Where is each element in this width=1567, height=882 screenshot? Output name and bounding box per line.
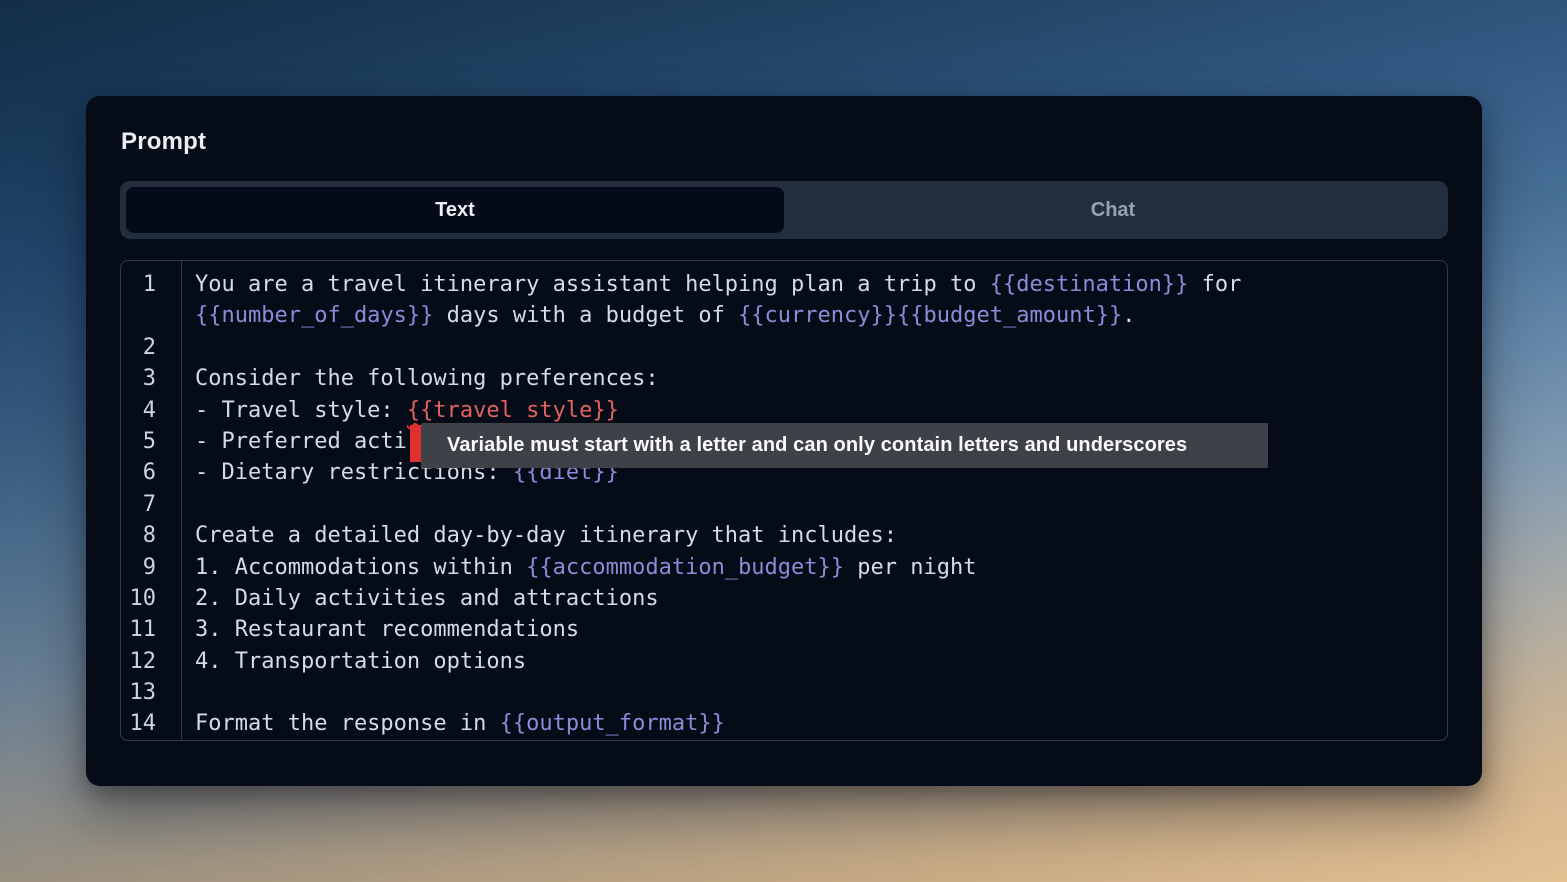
line-number: 6 bbox=[121, 457, 181, 488]
code-segment: - Travel style: bbox=[195, 398, 407, 423]
line-number: 1 bbox=[121, 269, 181, 300]
error-caret bbox=[410, 425, 421, 462]
code-text: Format the response in {{output_format}} bbox=[181, 708, 1447, 739]
code-segment: 2. Daily activities and attractions bbox=[195, 586, 659, 611]
code-segment: per night bbox=[844, 555, 976, 580]
line-number: 11 bbox=[121, 614, 181, 645]
code-segment: Create a detailed day-by-day itinerary t… bbox=[195, 523, 897, 548]
code-text: Consider the following preferences: bbox=[181, 363, 1447, 394]
code-segment: 4. Transportation options bbox=[195, 649, 526, 674]
line-number: 12 bbox=[121, 646, 181, 677]
line-number: 2 bbox=[121, 332, 181, 363]
line-number: 7 bbox=[121, 489, 181, 520]
tab-text[interactable]: Text bbox=[126, 187, 784, 233]
tab-chat[interactable]: Chat bbox=[784, 187, 1442, 233]
line-number: 10 bbox=[121, 583, 181, 614]
template-variable: {{accommodation_budget}} bbox=[526, 555, 844, 580]
code-line[interactable]: 8 Create a detailed day-by-day itinerary … bbox=[121, 520, 1447, 551]
code-text: 2. Daily activities and attractions bbox=[181, 583, 1447, 614]
invalid-variable: {{travel style}} bbox=[407, 398, 619, 423]
code-segment: for bbox=[1188, 272, 1254, 297]
code-text bbox=[181, 677, 1447, 708]
template-variable: {{output_format}} bbox=[500, 711, 725, 736]
template-variable: {{budget_amount}} bbox=[897, 303, 1122, 328]
code-line[interactable]: 10 2. Daily activities and attractions bbox=[121, 583, 1447, 614]
code-text: - Travel style: {{travel style}} bbox=[181, 395, 1447, 426]
line-number: 3 bbox=[121, 363, 181, 394]
line-number: 13 bbox=[121, 677, 181, 708]
code-editor[interactable]: 1 You are a travel itinerary assistant he… bbox=[120, 260, 1448, 741]
code-segment: Consider the following preferences: bbox=[195, 366, 659, 391]
line-number: 14 bbox=[121, 708, 181, 739]
code-segment: - Preferred acti bbox=[195, 429, 407, 454]
code-text: 3. Restaurant recommendations bbox=[181, 614, 1447, 645]
code-line[interactable]: 91. Accommodations within {{accommodatio… bbox=[121, 552, 1447, 583]
line-number: 5 bbox=[121, 426, 181, 457]
validation-tooltip-text: Variable must start with a letter and ca… bbox=[447, 434, 1187, 457]
code-segment: . bbox=[1122, 303, 1135, 328]
code-text: Create a detailed day-by-day itinerary t… bbox=[181, 520, 1447, 551]
code-segment: You are a travel itinerary assistant hel… bbox=[195, 272, 990, 297]
code-text bbox=[181, 332, 1447, 363]
code-text: You are a travel itinerary assistant hel… bbox=[181, 269, 1447, 300]
desktop-background: Prompt Text Chat 1 You are a travel itine… bbox=[0, 0, 1567, 882]
code-editor-rows: 1 You are a travel itinerary assistant he… bbox=[121, 261, 1447, 740]
validation-tooltip: Variable must start with a letter and ca… bbox=[421, 423, 1268, 468]
template-variable: {{number_of_days}} bbox=[195, 303, 433, 328]
template-variable: {{destination}} bbox=[990, 272, 1189, 297]
tab-bar: Text Chat bbox=[120, 181, 1448, 239]
code-line[interactable]: 14Format the response in {{output_format… bbox=[121, 708, 1447, 739]
line-number: 8 bbox=[121, 520, 181, 551]
code-segment: 3. Restaurant recommendations bbox=[195, 617, 579, 642]
gutter-divider bbox=[181, 261, 182, 740]
code-line[interactable]: 13 bbox=[121, 677, 1447, 708]
code-line[interactable]: 4- Travel style: {{travel style}} bbox=[121, 395, 1447, 426]
code-text: 4. Transportation options bbox=[181, 646, 1447, 677]
code-text: 1. Accommodations within {{accommodation… bbox=[181, 552, 1447, 583]
code-segment: Format the response in bbox=[195, 711, 500, 736]
template-variable: {{currency}} bbox=[738, 303, 897, 328]
code-segment: days with a budget of bbox=[433, 303, 738, 328]
line-number: 9 bbox=[121, 552, 181, 583]
code-line[interactable]: {{number_of_days}} days with a budget of… bbox=[121, 300, 1447, 331]
code-line[interactable]: 12 4. Transportation options bbox=[121, 646, 1447, 677]
line-number bbox=[121, 300, 181, 331]
code-segment: 1. Accommodations within bbox=[195, 555, 526, 580]
code-line[interactable]: 2 bbox=[121, 332, 1447, 363]
code-line[interactable]: 3 Consider the following preferences: bbox=[121, 363, 1447, 394]
code-line[interactable]: 11 3. Restaurant recommendations bbox=[121, 614, 1447, 645]
panel-title: Prompt bbox=[121, 128, 1448, 156]
code-line[interactable]: 7 bbox=[121, 489, 1447, 520]
code-line[interactable]: 1 You are a travel itinerary assistant he… bbox=[121, 269, 1447, 300]
code-text: {{number_of_days}} days with a budget of… bbox=[181, 300, 1447, 331]
code-text bbox=[181, 489, 1447, 520]
line-number: 4 bbox=[121, 395, 181, 426]
